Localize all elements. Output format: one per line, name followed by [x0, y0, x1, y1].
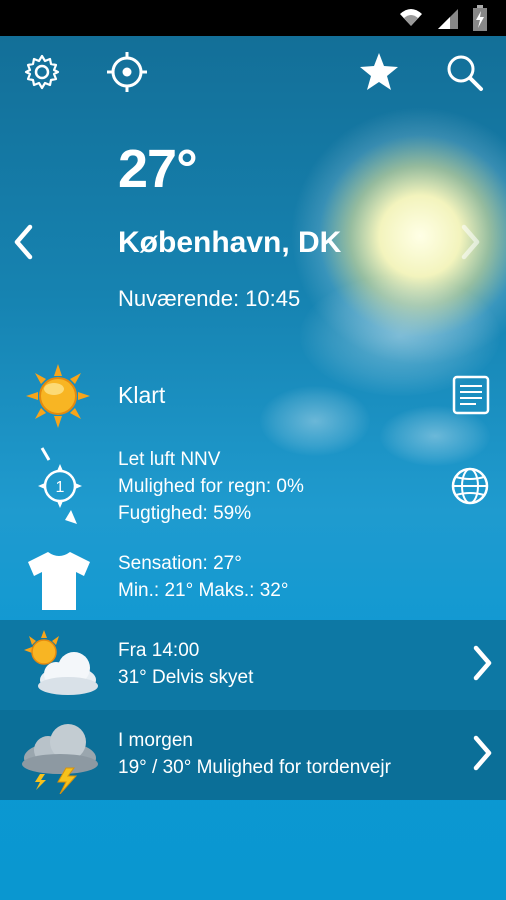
previous-city-button[interactable] — [8, 222, 38, 262]
chevron-right-icon — [461, 224, 480, 260]
forecast-time: Fra 14:00 — [118, 640, 200, 661]
sunny-icon — [24, 362, 92, 435]
feels-like-text: Sensation: 27° — [118, 553, 242, 574]
search-icon — [447, 55, 483, 91]
min-max-text: Min.: 21° Maks.: 32° — [118, 580, 289, 601]
globe-icon — [451, 467, 489, 505]
thunderstorm-icon — [20, 718, 100, 799]
forecast-row-tomorrow[interactable]: I morgen 19° / 30° Mulighed for tordenve… — [0, 710, 506, 800]
wind-number: 1 — [56, 479, 65, 496]
signal-icon — [438, 9, 458, 29]
forecast-time: I morgen — [118, 730, 193, 751]
background-cloud — [260, 386, 370, 456]
locate-button[interactable] — [105, 50, 149, 94]
chevron-right-icon — [472, 735, 494, 776]
document-icon — [452, 375, 490, 415]
wind-compass-icon: 1 — [30, 446, 92, 531]
favorite-button[interactable] — [357, 50, 401, 94]
current-temperature: 27° — [118, 139, 198, 199]
map-button[interactable] — [450, 466, 490, 511]
condition-summary: Klart — [118, 382, 166, 408]
status-bar — [0, 0, 506, 36]
partly-cloudy-icon — [20, 628, 100, 705]
crosshair-icon — [107, 52, 147, 92]
wifi-icon — [400, 9, 422, 26]
details-button[interactable] — [452, 375, 490, 420]
wind-text: Let luft NNV — [118, 449, 221, 470]
chevron-left-icon — [14, 224, 33, 260]
settings-button[interactable] — [20, 50, 64, 94]
star-icon — [360, 53, 398, 90]
forecast-description: 19° / 30° Mulighed for tordenvejr — [118, 757, 391, 778]
city-name[interactable]: København, DK — [118, 226, 341, 260]
tshirt-icon — [26, 550, 92, 617]
forecast-row-later[interactable]: Fra 14:00 31° Delvis skyet — [0, 620, 506, 710]
search-button[interactable] — [442, 50, 486, 94]
gear-icon — [24, 54, 60, 90]
current-time: Nuværende: 10:45 — [118, 286, 301, 311]
rain-chance-text: Mulighed for regn: 0% — [118, 476, 304, 497]
battery-icon — [473, 5, 487, 31]
forecast-description: 31° Delvis skyet — [118, 667, 254, 688]
next-city-button[interactable] — [456, 222, 486, 262]
chevron-right-icon — [472, 645, 494, 686]
humidity-text: Fugtighed: 59% — [118, 503, 252, 524]
